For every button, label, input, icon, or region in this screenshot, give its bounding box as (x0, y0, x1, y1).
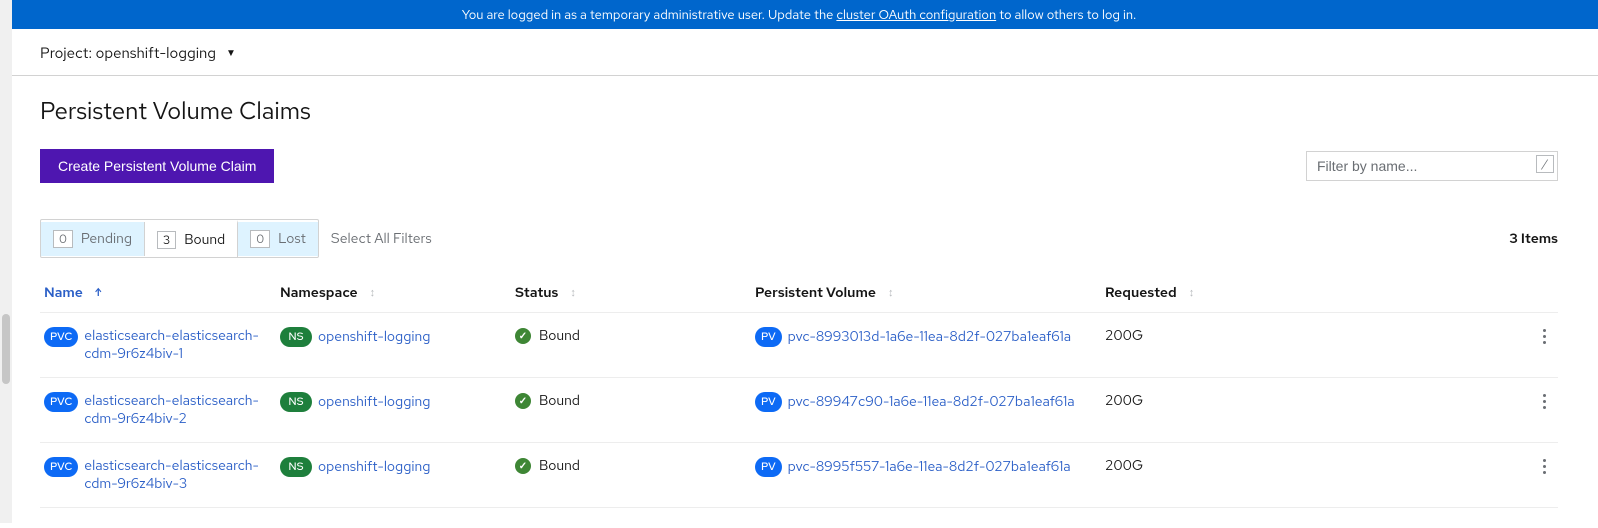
sort-asc-icon: ↑ (95, 286, 102, 300)
status-ok-icon (515, 393, 531, 409)
filter-count-badge: 0 (250, 230, 270, 248)
status-text: Bound (539, 327, 580, 345)
kebab-menu-button[interactable] (1543, 327, 1546, 345)
pvc-badge-icon: PVC (44, 392, 78, 412)
requested-size: 200G (1105, 392, 1143, 410)
col-status-label: Status (515, 284, 558, 302)
table-row: PVC elasticsearch-elasticsearch-cdm-9r6z… (40, 378, 1558, 443)
pv-link[interactable]: pvc-8995f557-1a6e-11ea-8d2f-027ba1eaf61a (788, 458, 1071, 476)
col-namespace[interactable]: Namespace ↕ (280, 284, 515, 302)
col-name-label: Name (44, 284, 83, 302)
filter-chip-label: Bound (184, 231, 225, 249)
sort-icon: ↕ (370, 286, 376, 300)
create-pvc-button[interactable]: Create Persistent Volume Claim (40, 149, 274, 183)
table-row: PVC elasticsearch-elasticsearch-cdm-9r6z… (40, 313, 1558, 378)
status-text: Bound (539, 392, 580, 410)
sort-icon: ↕ (1189, 286, 1195, 300)
col-pv[interactable]: Persistent Volume ↕ (755, 284, 1105, 302)
pvc-name-link[interactable]: elasticsearch-elasticsearch-cdm-9r6z4biv… (84, 392, 264, 428)
status-text: Bound (539, 457, 580, 475)
col-req-label: Requested (1105, 284, 1177, 302)
pvc-badge-icon: PVC (44, 457, 78, 477)
filter-by-name-input[interactable] (1306, 151, 1558, 181)
namespace-link[interactable]: openshift-logging (318, 328, 430, 346)
select-all-filters[interactable]: Select All Filters (331, 230, 432, 248)
sort-icon: ↕ (888, 286, 894, 300)
banner-oauth-link[interactable]: cluster OAuth configuration (836, 6, 996, 23)
status-filter-group: 0 Pending 3 Bound 0 Lost (40, 219, 319, 258)
pv-badge-icon: PV (755, 327, 782, 347)
banner-prefix: You are logged in as a temporary adminis… (462, 6, 837, 23)
chevron-down-icon: ▼ (226, 47, 236, 60)
pv-link[interactable]: pvc-8993013d-1a6e-11ea-8d2f-027ba1eaf61a (788, 328, 1071, 346)
table-row: PVC elasticsearch-elasticsearch-cdm-9r6z… (40, 443, 1558, 508)
col-ns-label: Namespace (280, 284, 358, 302)
filter-chip-lost[interactable]: 0 Lost (238, 222, 318, 256)
col-requested[interactable]: Requested ↕ (1105, 284, 1265, 302)
kebab-menu-button[interactable] (1543, 457, 1546, 475)
project-label: Project: (40, 43, 92, 63)
requested-size: 200G (1105, 327, 1143, 345)
project-selector[interactable]: Project: openshift-logging ▼ (0, 29, 1598, 75)
requested-size: 200G (1105, 457, 1143, 475)
filter-chip-label: Lost (278, 230, 306, 248)
ns-badge-icon: NS (280, 327, 312, 347)
banner-suffix: to allow others to log in. (999, 6, 1136, 23)
namespace-link[interactable]: openshift-logging (318, 393, 430, 411)
filter-wrap: / (1306, 151, 1558, 181)
pv-badge-icon: PV (755, 392, 782, 412)
ns-badge-icon: NS (280, 457, 312, 477)
filter-chip-pending[interactable]: 0 Pending (41, 222, 145, 256)
kebab-menu-button[interactable] (1543, 392, 1546, 410)
col-pv-label: Persistent Volume (755, 284, 876, 302)
filter-count-badge: 0 (53, 230, 73, 248)
pv-badge-icon: PV (755, 457, 782, 477)
login-banner: You are logged in as a temporary adminis… (0, 0, 1598, 29)
left-scrollbar[interactable] (0, 0, 12, 523)
filter-chip-bound[interactable]: 3 Bound (145, 220, 238, 257)
items-count: 3 Items (1509, 230, 1558, 248)
page-title: Persistent Volume Claims (40, 96, 1558, 127)
sort-icon: ↕ (570, 286, 576, 300)
ns-badge-icon: NS (280, 392, 312, 412)
namespace-link[interactable]: openshift-logging (318, 458, 430, 476)
project-name: openshift-logging (96, 43, 216, 63)
status-ok-icon (515, 458, 531, 474)
pvc-name-link[interactable]: elasticsearch-elasticsearch-cdm-9r6z4biv… (84, 457, 264, 493)
filter-chip-label: Pending (81, 230, 132, 248)
filter-count-badge: 3 (157, 231, 176, 249)
status-ok-icon (515, 328, 531, 344)
col-name[interactable]: Name ↑ (40, 284, 280, 302)
col-status[interactable]: Status ↕ (515, 284, 755, 302)
col-actions (1265, 284, 1558, 302)
keyboard-slash-icon: / (1536, 155, 1554, 173)
pvc-badge-icon: PVC (44, 327, 78, 347)
pvc-name-link[interactable]: elasticsearch-elasticsearch-cdm-9r6z4biv… (84, 327, 264, 363)
pv-link[interactable]: pvc-89947c90-1a6e-11ea-8d2f-027ba1eaf61a (788, 393, 1075, 411)
scroll-thumb[interactable] (2, 314, 10, 384)
table-header: Name ↑ Namespace ↕ Status ↕ Persistent V… (40, 274, 1558, 313)
